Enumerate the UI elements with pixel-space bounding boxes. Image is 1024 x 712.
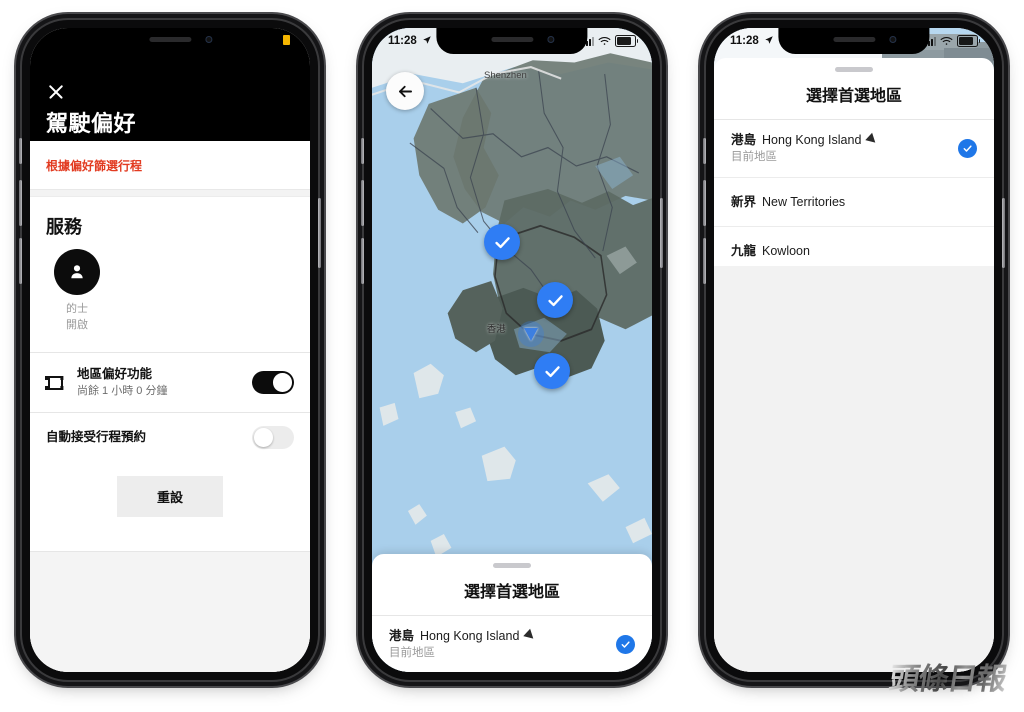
person-icon — [54, 249, 100, 295]
reset-row: 重設 — [30, 462, 310, 539]
region-preference-toggle[interactable] — [252, 371, 294, 394]
status-time: 11:28 — [730, 35, 759, 47]
region-option-hong-kong-island[interactable]: 港島 Hong Kong Island 目前地區 — [714, 119, 994, 178]
battery-icon — [957, 35, 980, 47]
selected-check-icon — [958, 138, 977, 158]
phone1-footer-area — [30, 551, 310, 672]
sheet-title: 選擇首選地區 — [714, 72, 994, 120]
reset-button[interactable]: 重設 — [116, 476, 223, 518]
filter-notice-row[interactable]: 根據偏好篩選行程 — [30, 141, 310, 190]
region-name-cn: 港島 — [731, 132, 757, 147]
service-label: 的士 開啟 — [54, 302, 100, 334]
services-section-title: 服務 — [46, 217, 82, 237]
phone-3-region-list: 11:28 選擇首選地區 港島 Hong Kong Island 目前地區 新界… — [703, 20, 1005, 680]
region-name-en: New Territories — [762, 194, 846, 209]
battery-icon — [615, 35, 638, 47]
region-name-en: Hong Kong Island — [420, 628, 520, 643]
selected-check-icon — [616, 634, 635, 654]
phone-1-driver-preferences: 駕駛偏好 根據偏好篩選行程 服務 的士 開啟 地區偏好功能 尚餘 1 小時 0 … — [19, 20, 321, 680]
row-title: 地區偏好功能 — [77, 366, 153, 381]
location-arrow-icon — [422, 35, 432, 48]
region-picker-sheet: 選擇首選地區 港島 Hong Kong Island 目前地區 — [372, 554, 652, 672]
phone1-content: 根據偏好篩選行程 服務 的士 開啟 地區偏好功能 尚餘 1 小時 0 分鐘 自動… — [30, 141, 310, 672]
phone-2-region-map: Shenzhen 香港 11:28 選擇首選地區 港島 Hong Kong Is… — [361, 20, 663, 680]
location-arrow-icon — [523, 628, 538, 643]
region-name-cn: 新界 — [731, 194, 757, 209]
page-title: 駕駛偏好 — [46, 111, 137, 136]
watermark: 頭條日報 — [887, 654, 1010, 698]
region-name-cn: 港島 — [389, 628, 415, 643]
region-name-cn: 九龍 — [731, 244, 757, 258]
region-option-list: 港島 Hong Kong Island 目前地區 新界 New Territor… — [714, 119, 994, 277]
screenshot-stage: 駕駛偏好 根據偏好篩選行程 服務 的士 開啟 地區偏好功能 尚餘 1 小時 0 … — [0, 0, 1024, 712]
notch — [778, 28, 930, 54]
low-battery-icon — [283, 35, 290, 45]
wifi-icon — [598, 36, 611, 46]
map-label-shenzhen: Shenzhen — [484, 69, 527, 81]
region-name-en: Kowloon — [762, 244, 810, 258]
map-label-hongkong: 香港 — [486, 324, 506, 336]
region-name-en: Hong Kong Island — [762, 132, 862, 147]
region-picker-sheet: 選擇首選地區 港島 Hong Kong Island 目前地區 — [714, 58, 994, 672]
row-auto-accept[interactable]: 自動接受行程預約 — [30, 413, 310, 462]
row-title: 自動接受行程預約 — [46, 430, 147, 445]
sheet-title: 選擇首選地區 — [372, 568, 652, 616]
user-location-marker — [517, 321, 544, 348]
service-state: 開啟 — [66, 318, 88, 331]
back-button[interactable] — [386, 72, 424, 110]
row-region-preference[interactable]: 地區偏好功能 尚餘 1 小時 0 分鐘 — [30, 353, 310, 412]
filter-notice-text: 根據偏好篩選行程 — [46, 159, 143, 173]
location-arrow-icon — [865, 132, 880, 147]
location-arrow-icon — [764, 35, 774, 48]
region-option-name: 港島 Hong Kong Island — [389, 627, 606, 645]
region-option-new-territories[interactable]: 新界 New Territories — [714, 177, 994, 227]
region-option-subtitle: 目前地區 — [731, 150, 777, 163]
region-option-subtitle: 目前地區 — [389, 646, 435, 659]
close-icon[interactable] — [46, 82, 66, 102]
notch — [94, 28, 246, 54]
row-subtitle: 尚餘 1 小時 0 分鐘 — [77, 384, 168, 397]
status-time: 11:28 — [388, 35, 417, 47]
section-divider — [30, 190, 310, 197]
auto-accept-toggle[interactable] — [252, 426, 294, 450]
region-crop-icon — [45, 373, 66, 393]
service-card-taxi[interactable]: 的士 開啟 — [30, 243, 310, 352]
wifi-icon — [940, 36, 953, 46]
empty-list-area — [714, 266, 994, 672]
service-name: 的士 — [66, 303, 88, 315]
notch — [436, 28, 588, 54]
region-option-hong-kong-island[interactable]: 港島 Hong Kong Island 目前地區 — [372, 615, 652, 672]
